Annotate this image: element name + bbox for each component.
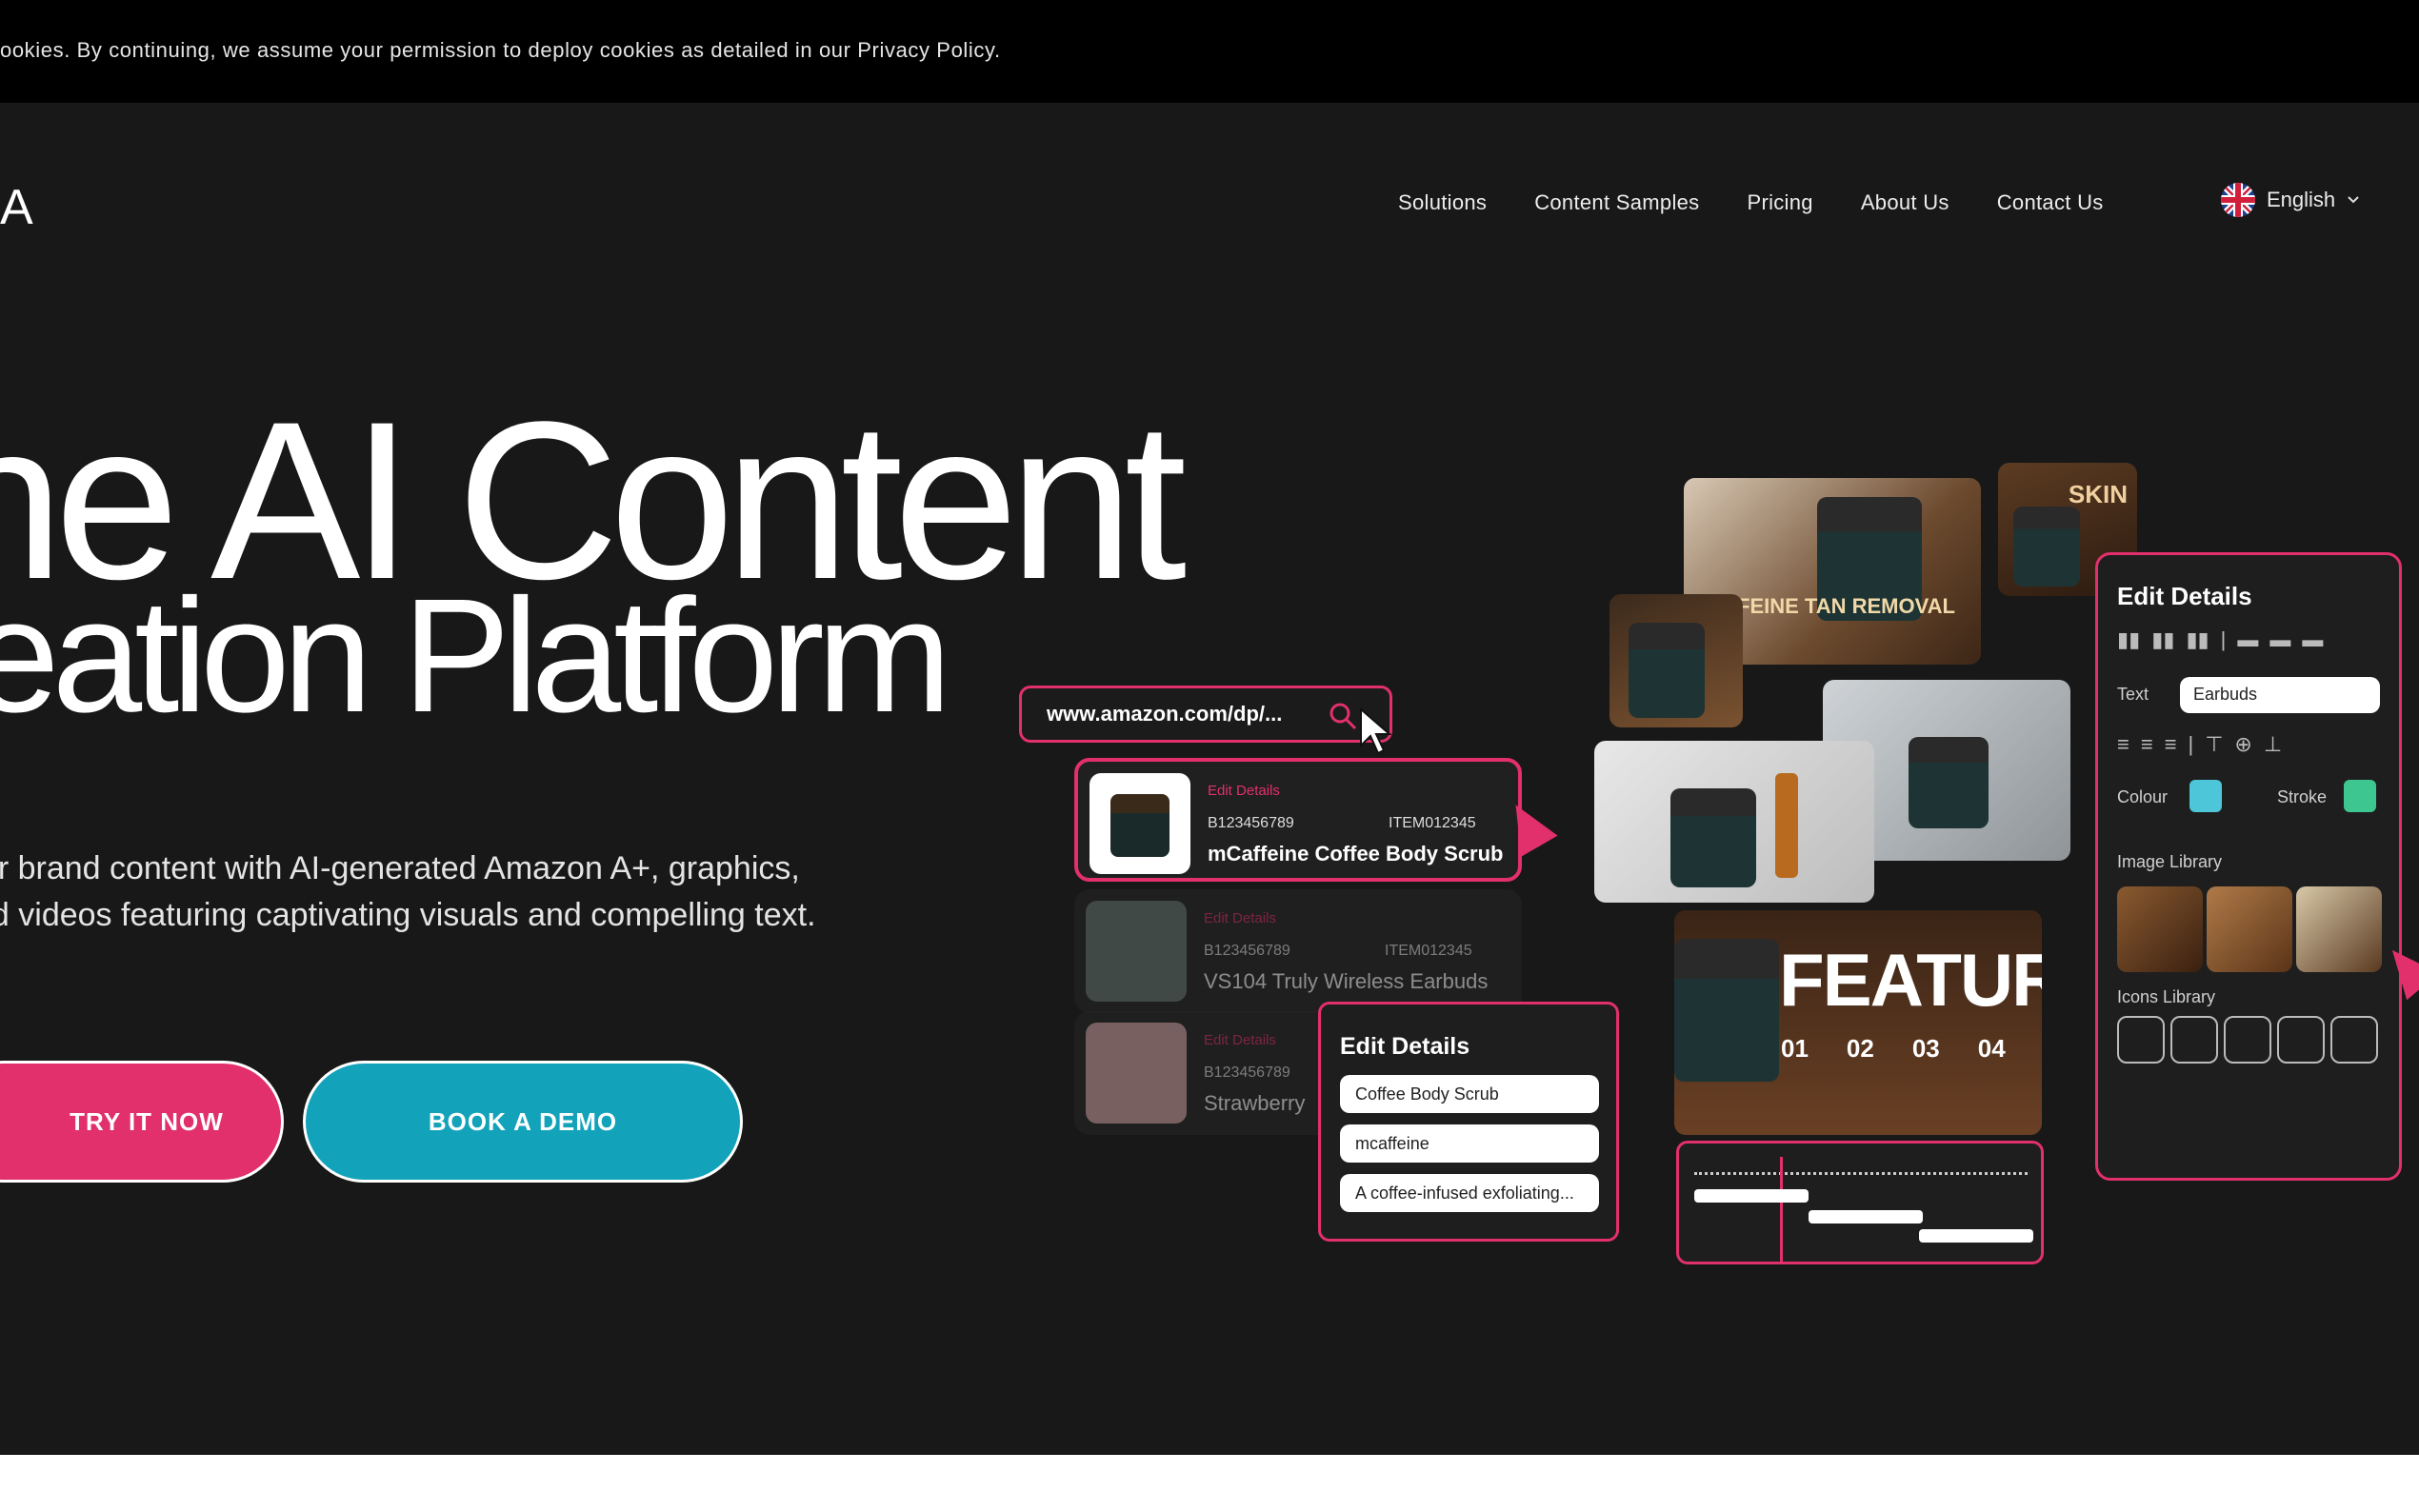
language-label: English xyxy=(2267,188,2336,211)
mockup-url-text: www.amazon.com/dp/... xyxy=(1047,702,1283,726)
library-icon xyxy=(2330,1016,2378,1064)
product-card-selected: Edit Details B123456789 ITEM012345 mCaff… xyxy=(1074,758,1522,882)
feature-number: 02 xyxy=(1846,1034,1874,1063)
product-photo-marble xyxy=(1594,741,1874,903)
video-timeline xyxy=(1676,1141,2044,1264)
hero-section: A Solutions Content Samples Pricing Abou… xyxy=(0,103,2419,1455)
nav-contact-us[interactable]: Contact Us xyxy=(1997,190,2104,215)
nav-about-us[interactable]: About Us xyxy=(1861,190,1949,215)
text-label: Text xyxy=(2117,685,2149,704)
skin-text: SKIN xyxy=(2068,480,2128,508)
features-title: FEATURES xyxy=(1779,938,2042,1022)
language-selector[interactable]: English xyxy=(2221,183,2360,217)
image-library-label: Image Library xyxy=(2117,852,2223,871)
product-asin: B123456789 xyxy=(1204,1064,1290,1081)
library-icon xyxy=(2224,1016,2271,1064)
edit-details-link: Edit Details xyxy=(1204,1032,1276,1048)
logo[interactable]: A xyxy=(0,179,33,236)
product-item-code: ITEM012345 xyxy=(1389,815,1476,831)
chevron-down-icon xyxy=(2348,196,2359,204)
library-icon xyxy=(2117,1016,2165,1064)
product-name: VS104 Truly Wireless Earbuds xyxy=(1204,969,1489,993)
product-asin: B123456789 xyxy=(1208,815,1294,831)
product-item-code: ITEM012345 xyxy=(1385,943,1472,959)
product-asin: B123456789 xyxy=(1204,943,1290,959)
try-it-now-button[interactable]: TRY IT NOW xyxy=(0,1061,284,1183)
edit-details-panel: Edit Details Coffee Body Scrub mcaffeine… xyxy=(1318,1002,1619,1242)
cookie-banner: ookies. By continuing, we assume your pe… xyxy=(0,0,2419,103)
product-thumbnail xyxy=(1090,773,1190,874)
mockup-url-bar: www.amazon.com/dp/... xyxy=(1019,686,1392,755)
product-thumbnail xyxy=(1086,1023,1187,1124)
pointer-cursor-icon xyxy=(1360,707,1392,755)
edit-details-link: Edit Details xyxy=(1204,910,1276,926)
edit-field-description: A coffee-infused exfoliating... xyxy=(1340,1174,1599,1212)
align-icons: ▮▮ ▮▮ ▮▮ | ▬ ▬ ▬ xyxy=(2117,627,2324,651)
product-name: mCaffeine Coffee Body Scrub xyxy=(1208,842,1504,865)
product-card: Edit Details B123456789 ITEM012345 VS104… xyxy=(1074,889,1522,1013)
library-icon xyxy=(2277,1016,2325,1064)
side-panel-title: Edit Details xyxy=(2117,582,2252,610)
product-photo-small xyxy=(1609,594,1743,727)
edit-field-title: Coffee Body Scrub xyxy=(1340,1075,1599,1113)
nav-content-samples[interactable]: Content Samples xyxy=(1534,190,1699,215)
side-edit-panel: Edit Details ▮▮ ▮▮ ▮▮ | ▬ ▬ ▬ Text Earbuds ≡ ≡ ≡… xyxy=(2095,552,2402,1181)
headline-line-2: eation Platform xyxy=(0,566,951,746)
text-align-icons: ≡ ≡ ≡ | ⊤ ⊕ ⊥ xyxy=(2117,732,2283,756)
product-name: Strawberry xyxy=(1204,1091,1306,1115)
hero-description: our brand content with AI-generated Amaz… xyxy=(0,846,952,939)
uk-flag-icon xyxy=(2221,183,2255,217)
description-line-2: nd videos featuring captivating visuals … xyxy=(0,897,816,933)
edit-panel-title: Edit Details xyxy=(1340,1033,1470,1060)
feature-number: 04 xyxy=(1977,1034,2006,1063)
library-image xyxy=(2117,886,2203,972)
cookie-banner-text: ookies. By continuing, we assume your pe… xyxy=(0,38,1001,62)
product-card: Edit Details B123456789 Strawberry xyxy=(1074,1011,1341,1135)
feature-number: 01 xyxy=(1781,1034,1809,1063)
page-bottom-strip xyxy=(0,1455,2419,1512)
nav-pricing[interactable]: Pricing xyxy=(1747,190,1812,215)
feature-numbers: 01 02 03 04 xyxy=(1781,1034,2006,1064)
nav-solutions[interactable]: Solutions xyxy=(1398,190,1487,215)
edit-field-brand: mcaffeine xyxy=(1340,1124,1599,1163)
product-thumbnail xyxy=(1086,901,1187,1002)
library-icon xyxy=(2170,1016,2218,1064)
colour-label: Colour xyxy=(2117,787,2169,806)
text-field: Earbuds xyxy=(2180,677,2380,713)
stroke-label: Stroke xyxy=(2277,787,2328,806)
icons-library-label: Icons Library xyxy=(2117,987,2216,1006)
search-icon xyxy=(1329,703,1357,730)
stroke-swatch xyxy=(2344,780,2376,812)
main-nav: Solutions Content Samples Pricing About … xyxy=(1398,190,2104,215)
feature-number: 03 xyxy=(1911,1034,1940,1063)
library-image xyxy=(2296,886,2382,972)
features-graphic: FEATURES 01 02 03 04 xyxy=(1674,910,2042,1135)
edit-details-link: Edit Details xyxy=(1208,783,1280,799)
library-image xyxy=(2207,886,2292,972)
colour-swatch xyxy=(2189,780,2222,812)
description-line-1: our brand content with AI-generated Amaz… xyxy=(0,850,800,886)
book-a-demo-button[interactable]: BOOK A DEMO xyxy=(303,1061,743,1183)
tan-removal-text: FEINE TAN REMOVAL xyxy=(1737,594,1955,618)
